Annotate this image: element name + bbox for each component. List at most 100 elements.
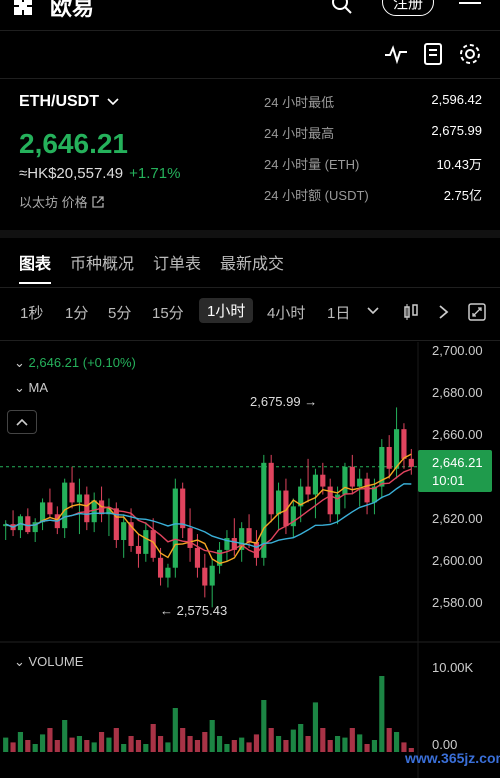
volume-bar [209,720,215,752]
y-tick-label: 2,580.00 [432,595,483,610]
top-navbar: 欧易 注册 [0,0,500,30]
volume-bar [334,736,341,752]
volume-bar [135,740,142,752]
tab-coin-overview[interactable]: 币种概况 [70,250,134,284]
fullscreen-icon[interactable] [468,303,486,321]
candle-body [172,488,178,568]
y-tick-label: 2,660.00 [432,427,483,442]
volume-bar [268,728,274,752]
interval-5m[interactable]: 5分 [108,302,131,323]
external-link-icon [91,195,104,208]
candle-body [69,482,75,503]
search-icon[interactable] [330,0,354,16]
settings-gear-icon[interactable] [458,42,482,66]
candle-body [342,466,348,495]
volume-bar [216,736,223,752]
pair-selector[interactable]: ETH/USDT [19,93,119,111]
stat-value: 10.43万 [436,157,482,172]
stat-value: 2,596.42 [431,92,482,107]
stat-row: 24 小时额 (USDT) 2.75亿 [264,185,482,216]
volume-bar [349,728,355,752]
collapse-legend-button[interactable] [7,410,37,434]
candle-body [386,446,392,469]
volume-bar [54,740,60,752]
volume-axis-top: 10.00K [432,660,474,675]
interval-4h[interactable]: 4小时 [267,302,305,323]
candle-body [157,557,164,578]
volume-bar [25,740,31,752]
volume-bar [165,742,171,752]
coin-info-link[interactable]: 以太坊 价格 [19,192,104,211]
stat-value: 2,675.99 [431,123,482,138]
chevron-down-icon [107,98,119,106]
volume-legend[interactable]: ⌄ VOLUME [14,654,83,670]
stat-row: 24 小时最低 2,596.42 [264,92,482,123]
chart-pulse-icon[interactable] [384,42,408,66]
tab-order-book[interactable]: 订单表 [153,250,201,284]
stats-panel: 24 小时最低 2,596.42 24 小时最高 2,675.99 24 小时量 (… [264,92,482,216]
tab-latest-trades[interactable]: 最新成交 [220,250,284,284]
volume-bar [17,732,24,752]
interval-15m[interactable]: 15分 [152,302,184,323]
stat-label: 24 小时最高 [264,126,335,141]
candle-body [187,528,193,548]
menu-icon[interactable] [459,0,481,10]
volume-bar [32,744,38,752]
volume-bar [283,740,289,752]
volume-bar [357,734,363,752]
register-button[interactable]: 注册 [382,0,434,16]
volume-bar [298,724,304,752]
brand-name: 欧易 [50,0,95,20]
candle-countdown: 10:01 [432,473,465,488]
interval-1m[interactable]: 1分 [65,302,88,323]
candle-body [253,541,260,558]
volume-bar [342,737,348,752]
interval-1s[interactable]: 1秒 [20,302,43,323]
volume-bar [231,740,237,752]
candle-body [62,482,68,529]
volume-bar [180,728,186,752]
candle-body [401,429,407,459]
okx-logo-icon [14,0,44,15]
content-tabs: 图表 币种概况 订单表 最新成交 [19,250,284,284]
candle-body [91,500,97,523]
logo[interactable]: 欧易 [14,0,94,22]
notes-icon[interactable] [421,42,445,66]
high-marker: 2,675.99 → [250,394,318,409]
volume-bar [128,736,134,752]
volume-bar [62,720,68,752]
interval-1d[interactable]: 1日 [327,302,350,323]
stat-label: 24 小时最低 [264,95,335,110]
volume-bar [76,736,83,752]
volume-bar [143,744,149,752]
ma-legend[interactable]: ⌄ MA [14,380,48,396]
price-legend[interactable]: ⌄ 2,646.21 (+0.10%) [14,355,136,371]
high-marker-value: 2,675.99 [250,394,301,409]
volume-bar [386,728,392,752]
volume-bar [113,728,119,752]
volume-bar [3,737,9,752]
candle-body [84,494,90,523]
y-tick-label: 2,620.00 [432,511,483,526]
candle-body [47,502,53,515]
volume-bar [84,740,90,752]
chevron-right-icon[interactable] [438,305,450,319]
volume-bar [91,742,97,752]
volume-bar [312,702,319,752]
chevron-down-icon[interactable] [367,307,379,315]
volume-bar [261,700,267,752]
legend-price: 2,646.21 (+0.10%) [28,355,136,370]
candle-body [312,474,319,495]
candle-body [305,486,311,495]
current-price-tag: 2,646.21 10:01 [418,450,492,492]
interval-bar: 1秒 1分 5分 15分 1小时 4小时 1日 [0,298,500,330]
volume-bar [290,729,296,752]
interval-1h[interactable]: 1小时 [199,298,254,323]
volume-bar [393,732,400,752]
tab-chart[interactable]: 图表 [19,250,52,284]
volume-bar [172,708,178,752]
candle-type-icon[interactable] [402,303,420,321]
y-tick-label: 2,700.00 [432,343,483,358]
volume-bar [121,744,127,752]
volume-bar [150,724,156,752]
